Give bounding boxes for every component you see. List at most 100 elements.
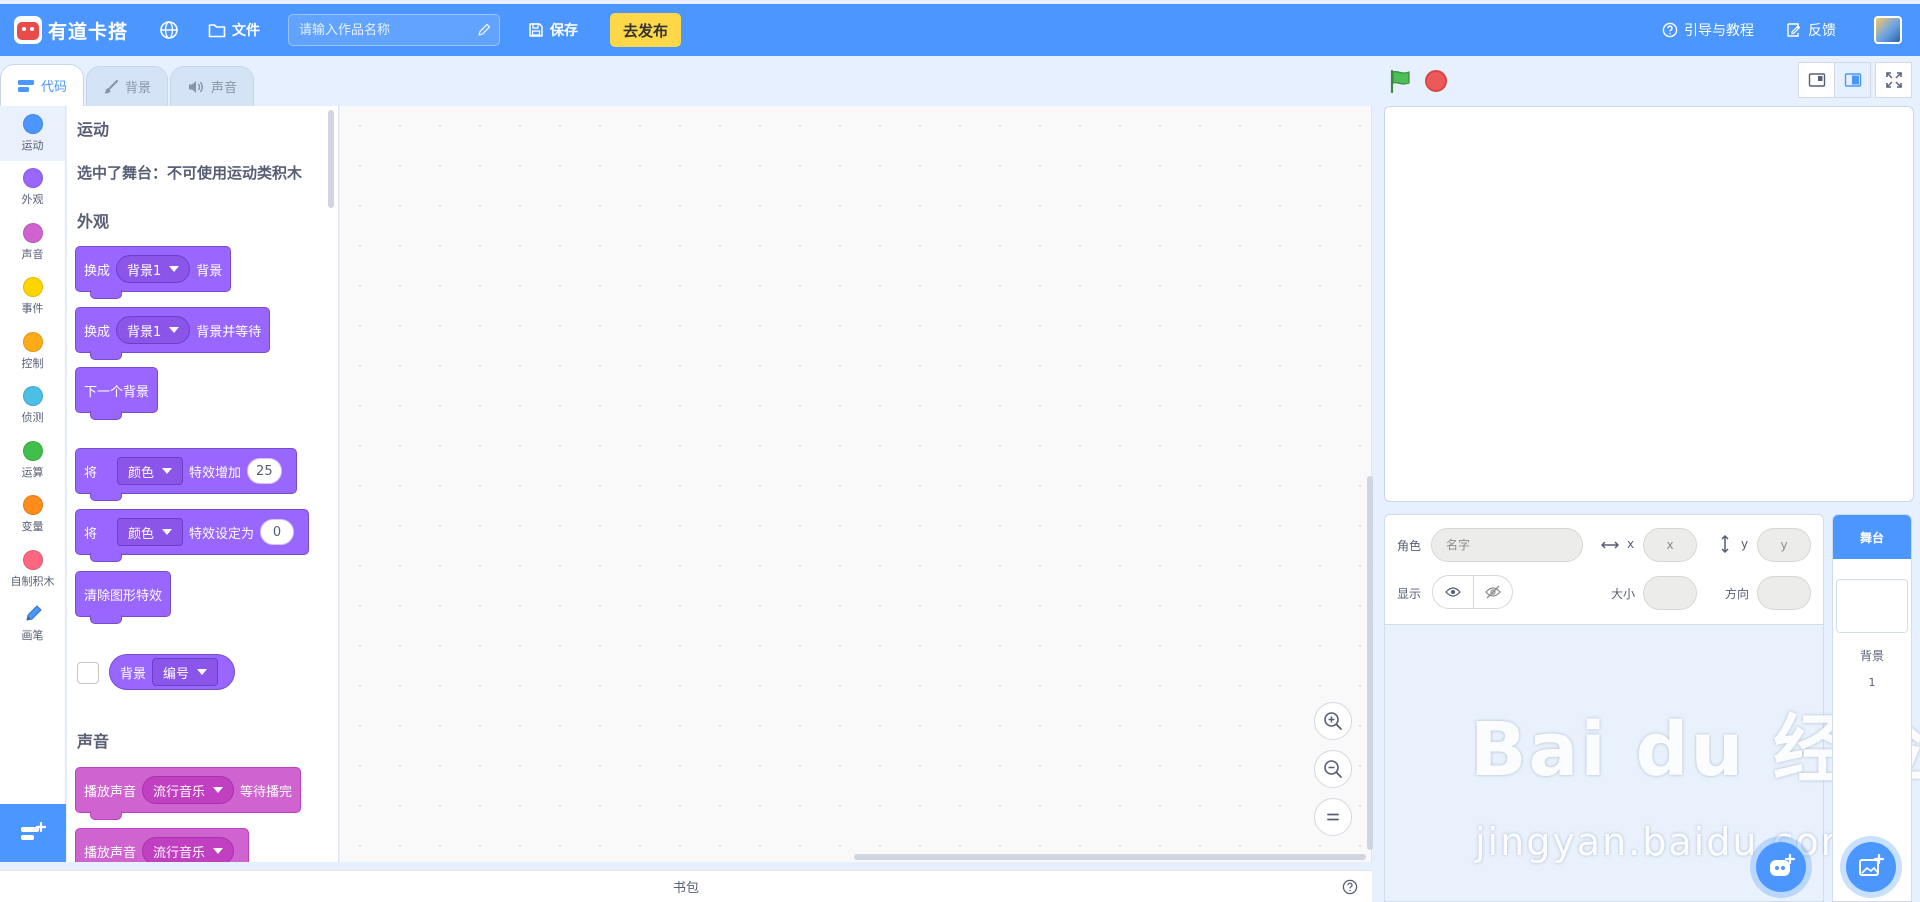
workspace-vertical-scrollbar[interactable] — [1367, 476, 1373, 850]
backdrop-number-checkbox[interactable] — [77, 662, 99, 684]
block-change-effect[interactable]: 将 颜色 特效增加 25 — [75, 448, 297, 501]
publish-button[interactable]: 去发布 — [610, 13, 682, 47]
category-motion[interactable]: 运动 — [0, 106, 65, 161]
feedback-button[interactable]: 反馈 — [1786, 20, 1836, 40]
add-extension-button[interactable] — [0, 804, 66, 862]
zoom-in-button[interactable] — [1314, 702, 1352, 740]
block-switch-backdrop-and-wait[interactable]: 换成 背景1 背景并等待 — [75, 307, 271, 360]
reporter-backdrop-number[interactable]: 背景 编号 — [109, 654, 236, 690]
user-avatar[interactable] — [1874, 16, 1902, 44]
category-pen[interactable]: 画笔 — [0, 597, 65, 652]
caret-down-icon — [213, 787, 224, 793]
hide-sprite-button[interactable] — [1472, 576, 1513, 608]
category-looks[interactable]: 外观 — [0, 161, 65, 216]
y-arrow-icon — [1721, 535, 1729, 553]
dropdown-value: 颜色 — [128, 465, 155, 481]
backdrops-label: 背景 — [1859, 649, 1884, 663]
globe-icon[interactable] — [158, 19, 180, 41]
stop-icon[interactable] — [1425, 70, 1447, 92]
normal-stage-button[interactable] — [1834, 62, 1871, 98]
block-play-sound[interactable]: 播放声音 流行音乐 — [75, 828, 250, 862]
app-logo[interactable]: 有道卡搭 — [14, 16, 128, 44]
variables-dot-icon — [22, 495, 43, 516]
block-text: 背景 — [196, 263, 223, 279]
show-sprite-button[interactable] — [1433, 576, 1473, 608]
backpack-bar[interactable]: 书包 — [0, 870, 1372, 902]
sprite-info: 角色 x y 显示 大小 方向 — [1385, 515, 1823, 625]
backdrop-attribute-dropdown[interactable]: 编号 — [152, 658, 219, 686]
file-menu-button[interactable]: 文件 — [208, 20, 260, 40]
effect-dropdown[interactable]: 颜色 — [117, 457, 184, 485]
looks-dot-icon — [22, 168, 43, 189]
caret-down-icon — [197, 669, 208, 675]
motion-section-title: 运动 — [77, 120, 110, 139]
backdrop-dropdown[interactable]: 背景1 — [116, 316, 191, 344]
sound-dot-icon — [22, 222, 43, 243]
size-input[interactable] — [1643, 576, 1697, 610]
small-stage-button[interactable] — [1798, 62, 1835, 98]
block-text: 特效增加 — [189, 465, 242, 481]
sound-dropdown[interactable]: 流行音乐 — [142, 776, 235, 804]
menu-bar: 有道卡搭 文件 保存 去发布 引导与教程 反馈 — [0, 4, 1920, 56]
add-extension-icon — [21, 822, 46, 840]
effect-amount-input[interactable]: 25 — [247, 458, 282, 484]
block-text: 换成 — [84, 324, 111, 340]
block-set-effect[interactable]: 将 颜色 特效设定为 0 — [75, 509, 310, 562]
stage-thumbnail[interactable] — [1836, 579, 1908, 633]
tab-code[interactable]: 代码 — [0, 64, 85, 106]
workspace-horizontal-scrollbar[interactable] — [854, 854, 1366, 860]
block-text: 换成 — [84, 263, 111, 279]
fullscreen-button[interactable] — [1875, 62, 1912, 98]
category-variables[interactable]: 变量 — [0, 488, 65, 543]
stage-size-controls — [1798, 62, 1912, 98]
add-backdrop-icon — [1859, 854, 1885, 876]
y-position-input[interactable] — [1757, 528, 1811, 562]
project-title-wrapper — [260, 14, 501, 46]
category-sensing[interactable]: 侦测 — [0, 379, 65, 434]
category-operators[interactable]: 运算 — [0, 433, 65, 488]
block-play-sound-until-done[interactable]: 播放声音 流行音乐 等待播完 — [75, 767, 302, 820]
add-backdrop-button[interactable] — [1846, 842, 1896, 892]
category-sound[interactable]: 声音 — [0, 215, 65, 270]
help-icon — [1342, 879, 1358, 895]
stage-canvas[interactable] — [1384, 106, 1914, 502]
sprite-name-input[interactable] — [1431, 528, 1583, 562]
project-title-input[interactable] — [288, 14, 501, 46]
green-flag-icon[interactable] — [1388, 68, 1414, 94]
category-my-blocks[interactable]: 自制积木 — [0, 542, 65, 597]
caret-down-icon — [169, 266, 180, 272]
block-clear-effects[interactable]: 清除图形特效 — [75, 571, 172, 624]
effect-value-input[interactable]: 0 — [260, 519, 295, 545]
save-button[interactable]: 保存 — [528, 20, 578, 40]
backpack-label: 书包 — [672, 881, 699, 896]
block-next-backdrop[interactable]: 下一个背景 — [75, 367, 159, 420]
zoom-reset-button[interactable] — [1314, 798, 1352, 836]
block-switch-backdrop[interactable]: 换成 背景1 背景 — [75, 246, 232, 299]
guide-button[interactable]: 引导与教程 — [1662, 20, 1754, 40]
block-text: 等待播完 — [240, 784, 293, 800]
dropdown-value: 流行音乐 — [153, 784, 206, 800]
backdrop-dropdown[interactable]: 背景1 — [116, 255, 191, 283]
zoom-out-button[interactable] — [1314, 750, 1352, 788]
palette-scrollbar[interactable] — [328, 110, 334, 208]
direction-input[interactable] — [1757, 576, 1811, 610]
sound-dropdown[interactable]: 流行音乐 — [142, 837, 235, 862]
block-text: 特效设定为 — [189, 526, 255, 542]
tab-backdrops[interactable]: 背景 — [86, 66, 169, 106]
menu-bar-right: 引导与教程 反馈 — [1630, 16, 1902, 44]
y-label: y — [1741, 537, 1749, 551]
x-position-input[interactable] — [1643, 528, 1697, 562]
block-text: 将 — [84, 465, 98, 481]
add-sprite-button[interactable] — [1756, 842, 1806, 892]
block-palette: 运动 选中了舞台：不可使用运动类积木 外观 换成 背景1 背景 换成 背景1 背… — [67, 106, 339, 862]
script-workspace[interactable] — [340, 106, 1372, 862]
tab-sounds[interactable]: 声音 — [170, 66, 255, 106]
help-circle-icon — [1662, 22, 1678, 38]
category-control[interactable]: 控制 — [0, 324, 65, 379]
zoom-reset-icon — [1327, 813, 1339, 821]
effect-dropdown[interactable]: 颜色 — [117, 518, 184, 546]
category-events[interactable]: 事件 — [0, 270, 65, 325]
eye-slash-icon — [1484, 585, 1501, 599]
operators-dot-icon — [22, 440, 43, 461]
tab-sounds-label: 声音 — [211, 81, 238, 96]
